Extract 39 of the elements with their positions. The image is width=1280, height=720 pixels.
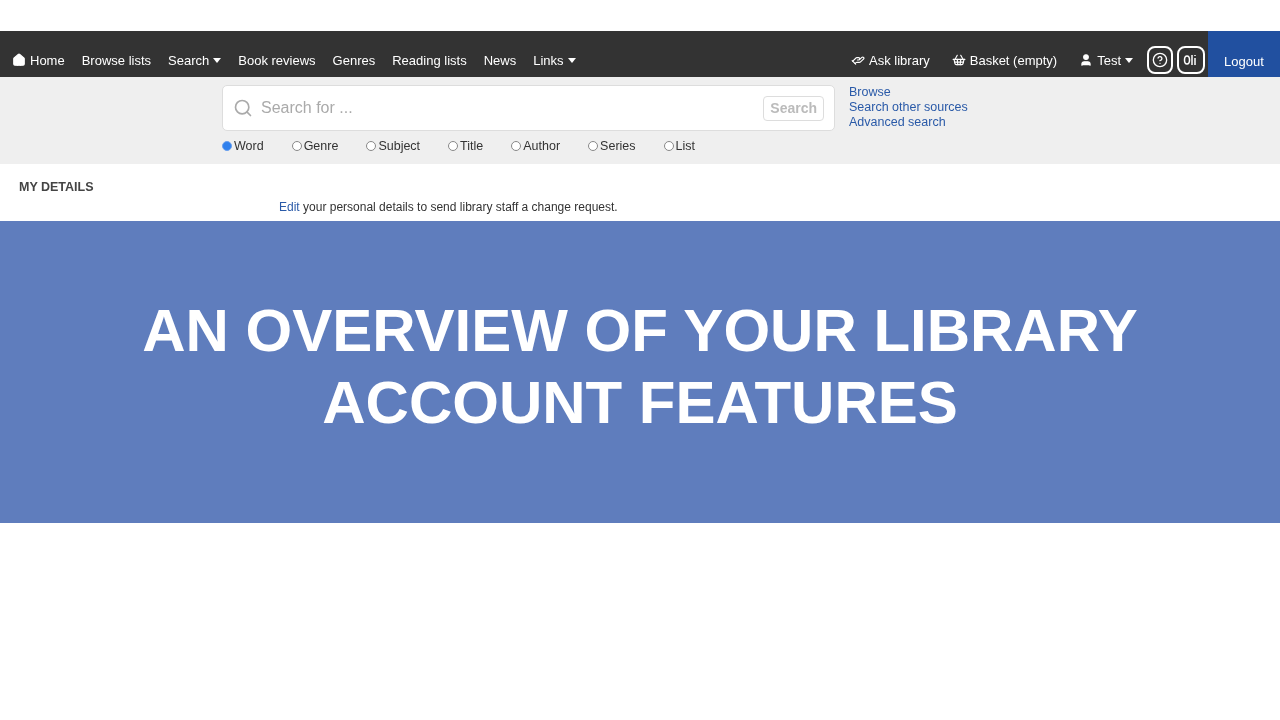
edit-instructions: Edit your personal details to send library staff a change request. (278, 199, 619, 216)
nav-link[interactable]: Search (168, 50, 222, 70)
help-icon (1152, 52, 1168, 68)
search-option-radio[interactable]: Subject (366, 137, 421, 156)
nav-link[interactable]: News (483, 50, 517, 70)
caret-icon (1125, 57, 1133, 63)
nav-link[interactable]: Ask library (851, 50, 930, 70)
search-icon (233, 98, 253, 118)
reader-icon (1183, 54, 1199, 66)
nav-link[interactable]: Reading lists (392, 50, 467, 70)
search-link[interactable]: Advanced search (849, 115, 968, 130)
search-option-radio[interactable]: Title (448, 137, 484, 156)
search-option-radio[interactable]: Series (588, 137, 636, 156)
home-icon (12, 53, 26, 68)
nav-link[interactable]: Links (533, 50, 576, 70)
search-link[interactable]: Search other sources (849, 100, 968, 115)
hand-icon (851, 53, 866, 68)
sidebar-title: MY DETAILS (18, 179, 95, 196)
nav-link[interactable]: Genres (332, 50, 376, 70)
banner-title: ACCOUNT FEATURES (322, 368, 958, 438)
nav-link[interactable]: Browse lists (81, 50, 152, 70)
search-link[interactable]: Browse (849, 85, 968, 100)
basket-icon (951, 53, 966, 68)
accessibility-button[interactable] (1177, 46, 1205, 74)
edit-link[interactable]: Edit (279, 200, 300, 214)
caret-icon (567, 57, 576, 63)
logout-button[interactable]: Logout (1208, 31, 1280, 77)
search-option-radio[interactable]: Word (222, 137, 264, 156)
search-option-radio[interactable]: Author (511, 137, 561, 156)
user-icon (1079, 53, 1094, 68)
help-button[interactable] (1147, 46, 1173, 74)
nav-link[interactable]: Basket (empty) (951, 50, 1058, 70)
nav-link[interactable]: Book reviews (238, 50, 316, 70)
search-option-radio[interactable]: Genre (291, 137, 339, 156)
search-option-radio[interactable]: List (663, 137, 695, 156)
caret-icon (213, 57, 222, 63)
nav-link[interactable]: Home (12, 50, 65, 70)
nav-link[interactable]: Test (1079, 50, 1133, 70)
banner-title: AN OVERVIEW OF YOUR LIBRARY (142, 296, 1138, 366)
